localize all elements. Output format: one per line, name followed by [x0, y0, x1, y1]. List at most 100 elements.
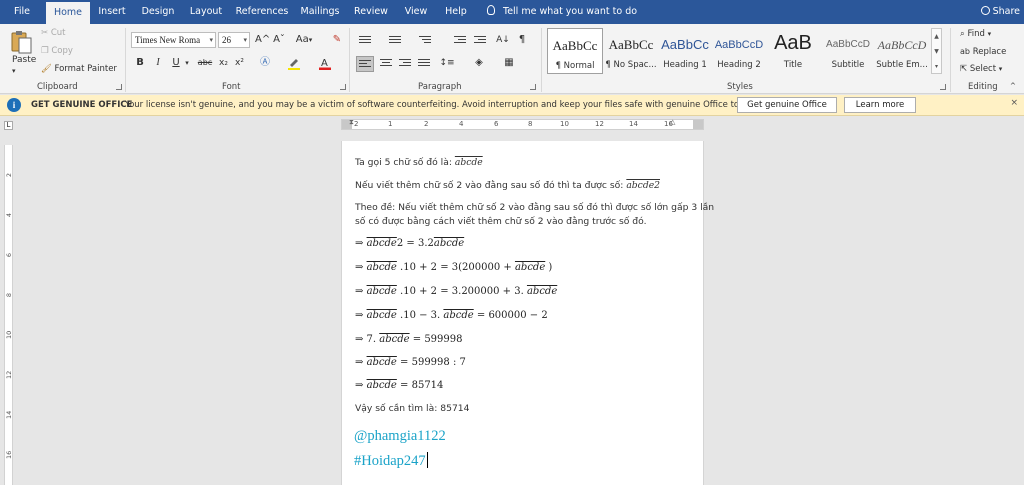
tab-design[interactable]: Design: [138, 0, 178, 24]
math-text: = 599998 : 7: [396, 357, 466, 368]
paste-button[interactable]: Paste: [12, 55, 36, 65]
font-name-combo[interactable]: Times New Roma ▾: [131, 32, 216, 48]
scissors-icon: ✂: [41, 28, 49, 38]
change-case-button[interactable]: Aa▾: [294, 33, 314, 47]
font-size-combo[interactable]: 26 ▾: [218, 32, 250, 48]
tab-mailings[interactable]: Mailings: [298, 0, 342, 24]
math-text: ⇒: [355, 238, 367, 249]
styles-launcher-icon[interactable]: [940, 84, 946, 90]
tab-view[interactable]: View: [399, 0, 433, 24]
math-overline: abcde: [366, 286, 397, 297]
vertical-ruler[interactable]: 2 4 6 8 10 12 14 16: [4, 145, 13, 485]
font-launcher-icon[interactable]: [340, 84, 346, 90]
style-heading-1[interactable]: AaBbCc Heading 1: [657, 28, 713, 74]
format-painter-button[interactable]: 🖌 Format Painter: [41, 64, 117, 74]
clipboard-launcher-icon[interactable]: [116, 84, 122, 90]
align-right-icon[interactable]: [399, 59, 411, 69]
bullets-icon[interactable]: [359, 36, 371, 46]
line-spacing-icon[interactable]: ↕≡: [439, 56, 455, 70]
paste-dropdown-icon[interactable]: ▾: [12, 67, 16, 75]
math-text: ): [545, 262, 553, 273]
collapse-ribbon-icon[interactable]: ^: [1010, 82, 1016, 90]
subscript-button[interactable]: x₂: [217, 56, 230, 70]
tell-me-label: Tell me what you want to do: [503, 6, 638, 17]
chevron-down-icon[interactable]: ▼: [932, 44, 941, 59]
style-subtle-emphasis[interactable]: AaBbCcD Subtle Em...: [874, 28, 930, 74]
tab-selector[interactable]: L: [4, 121, 13, 130]
chevron-down-icon: ▾: [209, 36, 213, 44]
text-effects-icon[interactable]: Ⓐ: [258, 56, 272, 70]
show-marks-button[interactable]: ¶: [516, 33, 528, 47]
document-page[interactable]: Ta gọi 5 chữ số đó là: abcde Nếu viết th…: [341, 141, 714, 485]
math-text: = 600000 − 2: [473, 310, 548, 321]
grow-font-button[interactable]: A^: [255, 33, 270, 47]
style-preview: AaB: [774, 32, 812, 54]
superscript-button[interactable]: x²: [233, 56, 246, 70]
font-color-button[interactable]: A: [318, 56, 332, 70]
replace-label: Replace: [972, 47, 1007, 57]
shrink-font-button[interactable]: Aˇ: [272, 33, 286, 47]
tab-help[interactable]: Help: [440, 0, 472, 24]
styles-gallery-scroll[interactable]: ▲ ▼ ▾: [931, 28, 942, 74]
shading-icon[interactable]: ◈: [471, 56, 487, 70]
separator: [349, 28, 350, 92]
increase-indent-icon[interactable]: [474, 36, 486, 46]
equation-step: ⇒ abcde = 599998 : 7: [355, 357, 466, 368]
cut-button[interactable]: ✂ Cut: [41, 28, 65, 38]
paragraph-launcher-icon[interactable]: [530, 84, 536, 90]
borders-icon[interactable]: ▦: [501, 56, 517, 70]
separator: [541, 28, 542, 92]
chevron-up-icon[interactable]: ▲: [932, 29, 941, 44]
font-name-value: Times New Roma: [135, 35, 201, 45]
ruler-number: 6: [5, 252, 13, 258]
paragraph-line: Theo đề: Nếu viết thêm chữ số 2 vào đằng…: [355, 202, 715, 213]
math-text: = 85714: [396, 380, 444, 391]
tab-insert[interactable]: Insert: [95, 0, 129, 24]
strikethrough-button[interactable]: abc: [196, 56, 214, 70]
tab-review[interactable]: Review: [351, 0, 391, 24]
bold-button[interactable]: B: [134, 56, 146, 70]
justify-icon[interactable]: [418, 59, 430, 69]
sort-icon[interactable]: A↓: [496, 33, 510, 47]
style-preview: AaBbCc: [661, 37, 709, 52]
select-button[interactable]: ⇱ Select ▾: [960, 64, 1002, 74]
tab-file[interactable]: File: [6, 0, 38, 24]
style-title[interactable]: AaB Title: [765, 28, 821, 74]
info-icon: i: [7, 98, 21, 112]
paste-icon[interactable]: [10, 30, 32, 54]
learn-more-button[interactable]: Learn more: [844, 97, 916, 113]
clear-formatting-icon[interactable]: ✎: [330, 33, 344, 47]
find-label: Find: [967, 29, 985, 39]
tab-layout[interactable]: Layout: [187, 0, 225, 24]
style-heading-2[interactable]: AaBbCcD Heading 2: [711, 28, 767, 74]
replace-button[interactable]: ab Replace: [960, 47, 1006, 57]
tab-home[interactable]: Home: [46, 2, 90, 24]
word-window: File Home Insert Design Layout Reference…: [0, 0, 1024, 485]
license-notification-bar: i GET GENUINE OFFICE Your license isn't …: [0, 95, 1024, 116]
chevron-down-icon[interactable]: ▾: [183, 56, 191, 70]
align-left-button[interactable]: [356, 56, 374, 72]
get-genuine-office-button[interactable]: Get genuine Office: [737, 97, 837, 113]
numbering-icon[interactable]: [389, 36, 401, 46]
ruler-number: 16: [5, 450, 13, 459]
tell-me-search[interactable]: Tell me what you want to do: [487, 0, 637, 24]
style-subtitle[interactable]: AaBbCcD Subtitle: [820, 28, 876, 74]
close-icon[interactable]: ×: [1010, 98, 1018, 108]
copy-button[interactable]: ❐ Copy: [41, 46, 73, 56]
ruler-number: 2: [5, 172, 13, 178]
italic-button[interactable]: I: [152, 56, 164, 70]
highlight-color-button[interactable]: [287, 56, 301, 70]
multilevel-list-icon[interactable]: [419, 36, 431, 46]
style-normal[interactable]: AaBbCc ¶ Normal: [547, 28, 603, 74]
align-center-icon[interactable]: [380, 59, 392, 69]
share-button[interactable]: Share: [980, 0, 1020, 24]
underline-button[interactable]: U: [170, 56, 182, 70]
right-indent-marker-icon[interactable]: △: [670, 118, 675, 126]
decrease-indent-icon[interactable]: [454, 36, 466, 46]
more-icon[interactable]: ▾: [932, 59, 941, 74]
ribbon-home: Paste ▾ ✂ Cut ❐ Copy 🖌 Format Painter Cl…: [0, 24, 1024, 94]
tab-references[interactable]: References: [234, 0, 290, 24]
find-button[interactable]: ⌕ Find ▾: [960, 29, 991, 39]
style-no-spacing[interactable]: AaBbCc ¶ No Spac...: [603, 28, 659, 74]
horizontal-ruler[interactable]: ⧗ 2 1 2 4 6 8 10 12 14 16 △: [341, 118, 704, 130]
